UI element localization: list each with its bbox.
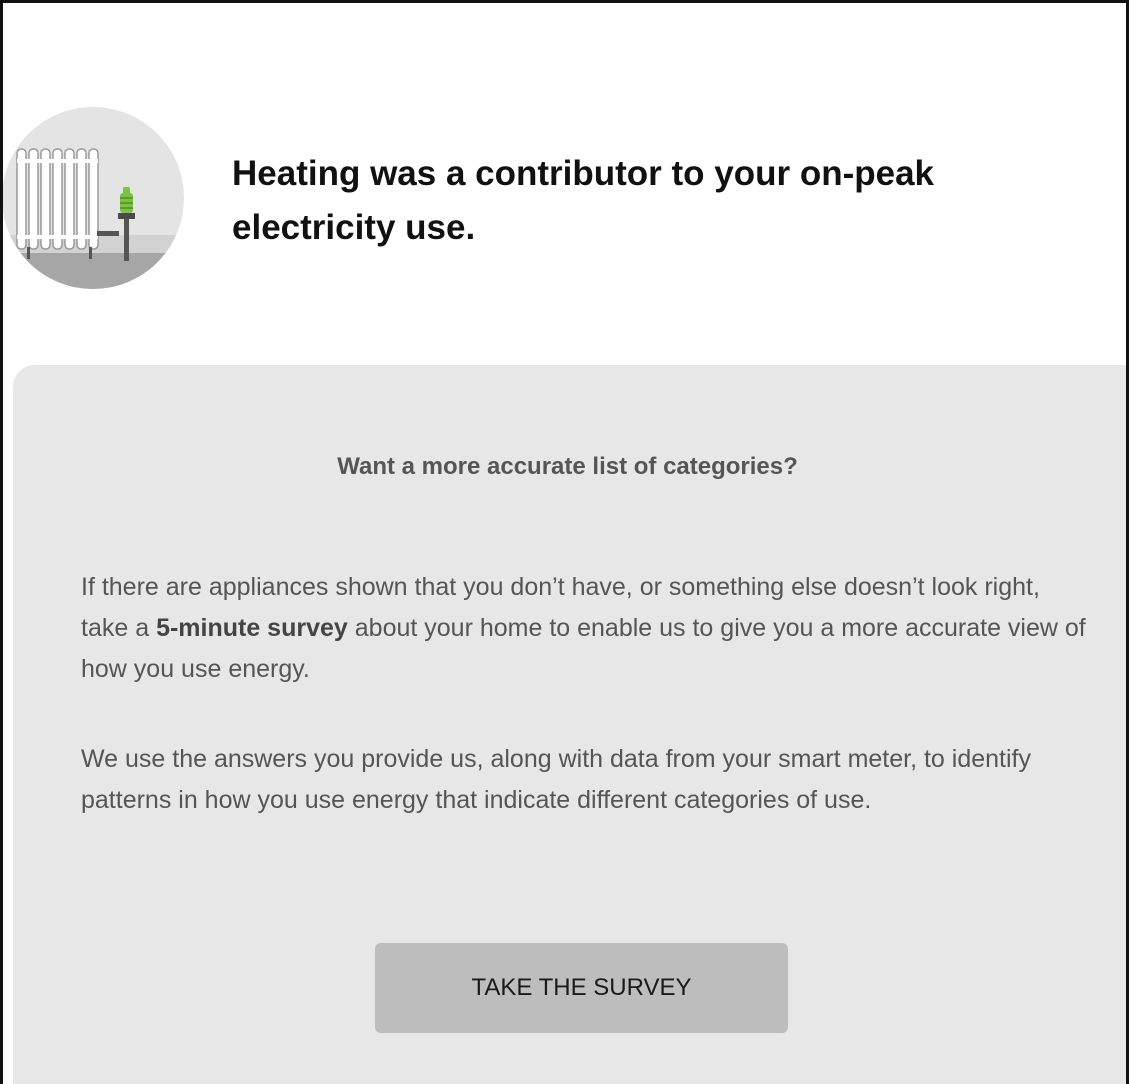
radiator-icon	[3, 107, 184, 289]
survey-duration-emphasis: 5-minute survey	[156, 614, 348, 642]
insight-panel: Heating was a contributor to your on-pea…	[0, 0, 1129, 1084]
survey-card-title: Want a more accurate list of categories?	[337, 453, 798, 480]
insight-headline: Heating was a contributor to your on-pea…	[232, 154, 935, 247]
take-survey-button[interactable]: TAKE THE SURVEY	[375, 943, 788, 1033]
survey-description: If there are appliances shown that you d…	[81, 567, 1091, 690]
survey-explanation: We use the answers you provide us, along…	[81, 745, 1031, 814]
insight-header: Heating was a contributor to your on-pea…	[3, 3, 1126, 363]
